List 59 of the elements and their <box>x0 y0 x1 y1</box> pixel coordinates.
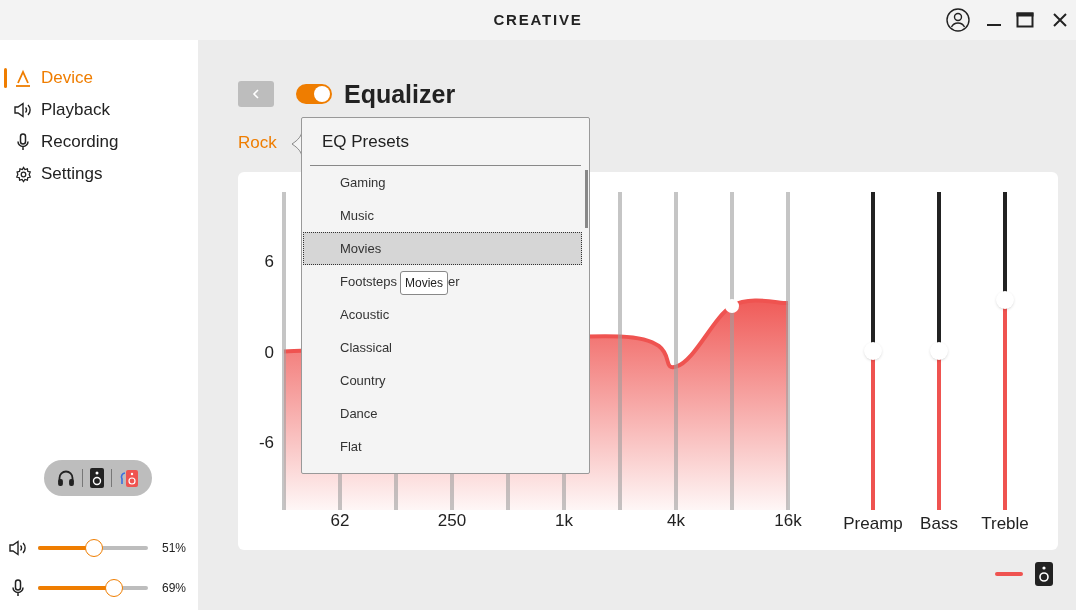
account-icon[interactable] <box>946 8 970 32</box>
x-tick-label: 62 <box>330 511 350 530</box>
band-slider-track[interactable] <box>730 192 734 510</box>
volume-reading: 51% <box>162 540 187 557</box>
x-tick-label: 1k <box>555 511 573 530</box>
preset-item[interactable]: Acoustic <box>303 298 582 331</box>
back-button[interactable] <box>238 81 274 107</box>
line-legend-icon <box>995 572 1023 576</box>
settings-icon <box>14 165 32 183</box>
y-tick-label: -6 <box>258 433 274 453</box>
band-slider-track[interactable] <box>674 192 678 510</box>
headphones-speaker-icon[interactable] <box>119 468 139 488</box>
slider-label: Bass <box>920 513 958 535</box>
preset-item[interactable]: Movies <box>303 232 582 265</box>
close-icon[interactable] <box>1052 12 1068 28</box>
scrollbar[interactable] <box>585 170 588 228</box>
slider-thumb[interactable] <box>930 342 948 360</box>
band-slider-track[interactable] <box>618 192 622 510</box>
preset-item[interactable]: Flat <box>303 430 582 463</box>
slider-thumb[interactable] <box>85 539 104 557</box>
band-slider-track[interactable] <box>282 192 286 510</box>
x-tick-label: 250 <box>437 511 467 530</box>
speaker-icon[interactable] <box>90 468 104 488</box>
volume-reading: 69% <box>162 580 187 597</box>
microphone-icon <box>11 579 25 597</box>
headphones-icon[interactable] <box>57 469 75 487</box>
maximize-icon[interactable] <box>1016 12 1034 28</box>
slider-thumb[interactable] <box>864 342 882 360</box>
y-tick-label: 0 <box>264 342 274 362</box>
preset-item[interactable]: Dance <box>303 397 582 430</box>
preset-item-fragment[interactable]: er <box>448 271 460 292</box>
x-tick-label: 16k <box>774 511 802 530</box>
preset-item[interactable]: Gaming <box>303 166 582 199</box>
popup-title: EQ Presets <box>321 130 409 153</box>
preset-item[interactable]: Country <box>303 364 582 397</box>
sidebar-item[interactable]: Playback <box>0 94 198 126</box>
volume-icon <box>9 540 27 556</box>
preset-item[interactable]: Music <box>303 199 582 232</box>
volume-icon <box>14 102 32 118</box>
sidebar-item[interactable]: Settings <box>0 158 198 190</box>
slider-thumb[interactable] <box>996 291 1014 310</box>
page-title: Equalizer <box>344 81 456 107</box>
microphone-icon <box>16 133 30 151</box>
slider-label: Preamp <box>843 513 903 535</box>
band-slider-thumb[interactable] <box>725 299 739 314</box>
sidebar-item[interactable]: Recording <box>0 126 198 158</box>
slider-label: Treble <box>981 513 1029 535</box>
tooltip: Movies <box>400 271 448 295</box>
app-logo: CREATIVE <box>493 9 583 30</box>
triangle-icon <box>15 69 31 87</box>
y-tick-label: 6 <box>264 251 274 271</box>
preset-item[interactable]: Classical <box>303 331 582 364</box>
speaker-icon[interactable] <box>1035 562 1053 586</box>
x-tick-label: 4k <box>667 511 685 530</box>
toggle-switch[interactable] <box>296 84 332 104</box>
preset-item[interactable]: Footsteps <box>340 271 398 292</box>
band-slider-track[interactable] <box>786 192 790 510</box>
slider-thumb[interactable] <box>104 579 123 597</box>
chevron-left-icon <box>252 89 260 99</box>
